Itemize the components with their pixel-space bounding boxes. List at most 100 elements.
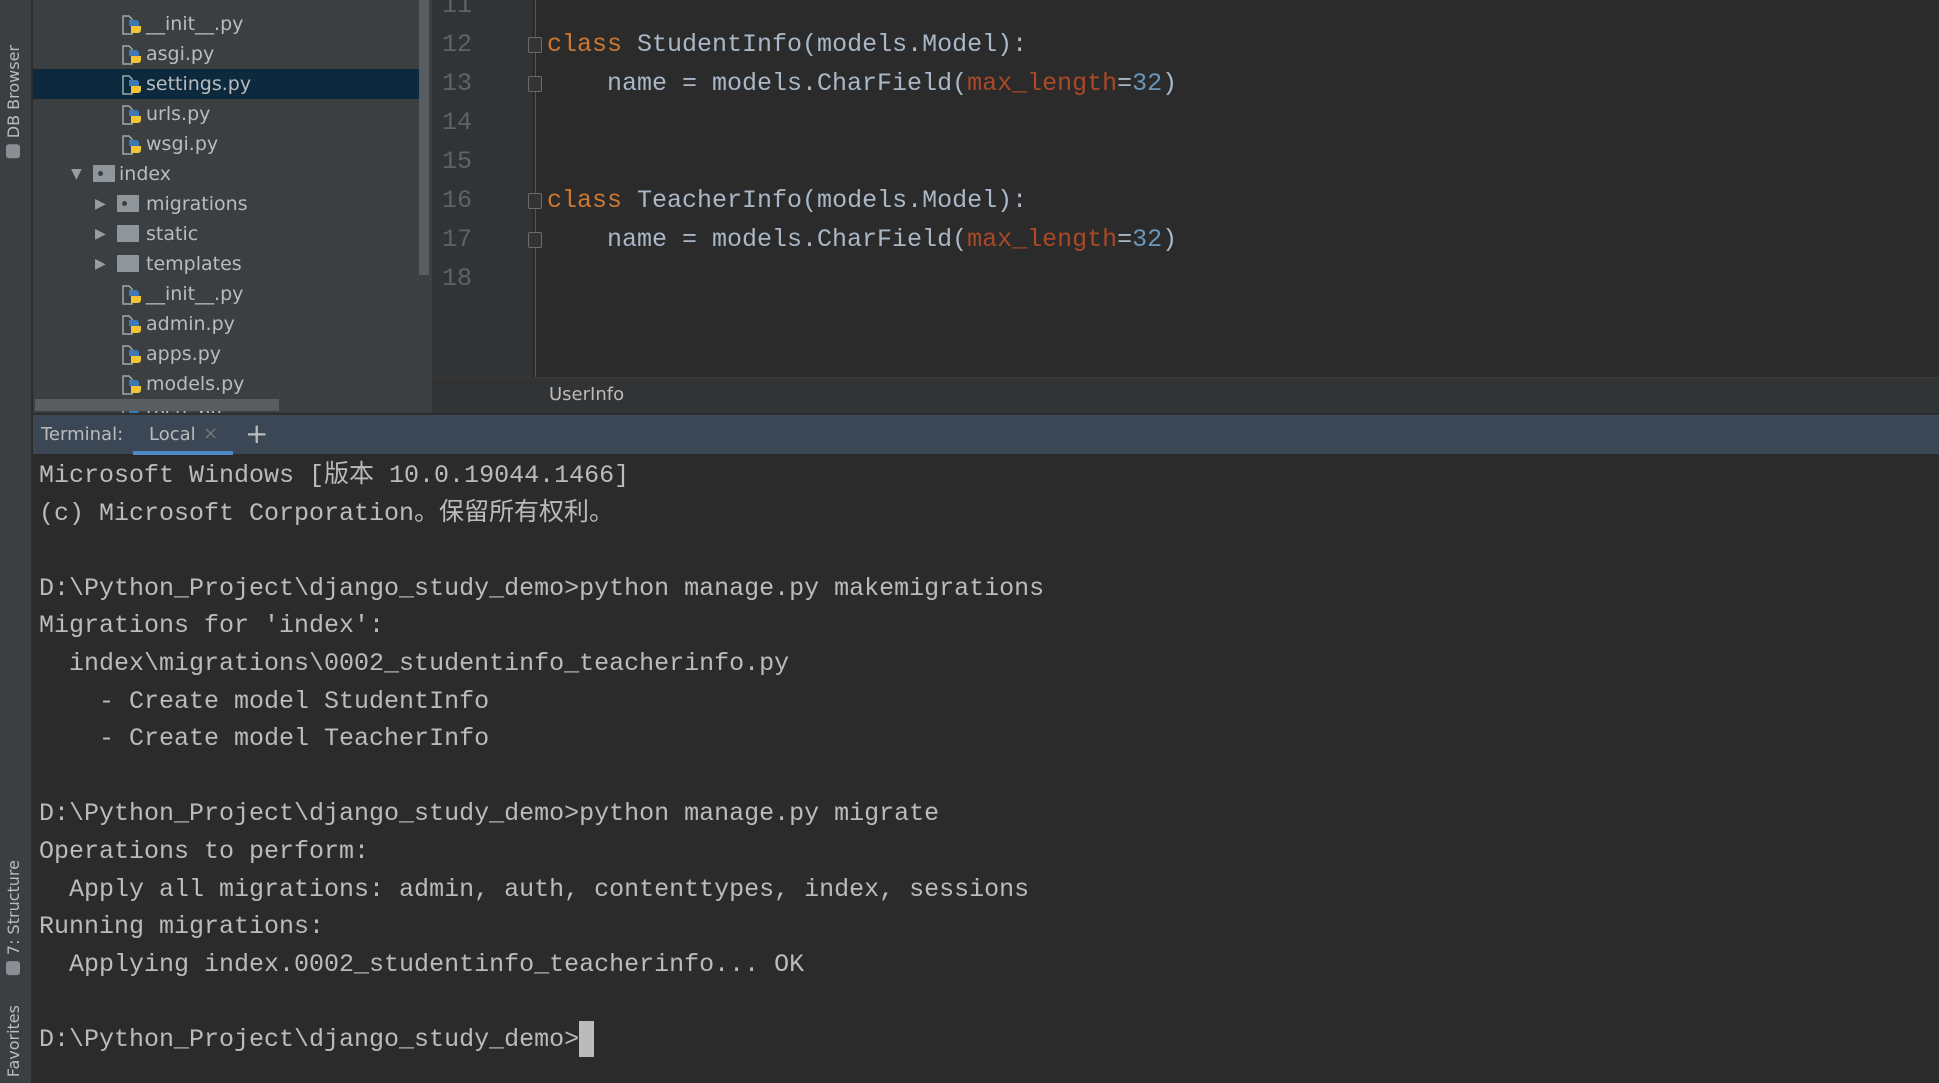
tab-local-label: Local (149, 424, 196, 445)
folder-icon (93, 165, 115, 182)
terminal-prompt: D:\Python_Project\django_study_demo> (39, 1024, 580, 1054)
tree-item-label: apps.py (146, 342, 222, 365)
code-line: class StudentInfo(models.Model): (547, 25, 1027, 64)
code-text: ) (1162, 69, 1178, 98)
tree-item[interactable]: urls.py (33, 99, 423, 129)
terminal-line: index\migrations\0002_studentinfo_teache… (39, 648, 790, 678)
tree-vertical-scrollbar[interactable] (419, 0, 429, 275)
add-tab-button[interactable]: + (245, 417, 268, 450)
structure-tab[interactable]: 7: Structure (4, 860, 23, 976)
chevron-right-icon[interactable]: ▶ (95, 196, 106, 212)
structure-label: 7: Structure (4, 860, 23, 956)
tree-item-label: migrations (146, 192, 248, 215)
favorites-label: Favorites (4, 1005, 23, 1078)
chevron-right-icon[interactable]: ▶ (95, 256, 106, 272)
structure-icon (6, 961, 21, 976)
tree-item[interactable]: ▶ migrations (33, 189, 423, 219)
python-file-icon (121, 42, 143, 66)
db-browser-icon (6, 144, 21, 159)
terminal-line: Operations to perform: (39, 836, 370, 866)
tree-item-label: templates (146, 252, 242, 275)
terminal-output[interactable]: Microsoft Windows [版本 10.0.19044.1466] (c… (33, 457, 1939, 1083)
code-text: ) (1162, 225, 1178, 254)
terminal-line: Applying index.0002_studentinfo_teacheri… (39, 949, 805, 979)
db-browser-tab[interactable]: DB Browser (4, 45, 23, 159)
fold-collapse-icon[interactable] (528, 37, 542, 53)
code-text: = (1117, 225, 1133, 254)
tree-item[interactable]: apps.py (33, 339, 423, 369)
line-number: 15 (442, 147, 473, 176)
parameter-name: max_length (967, 69, 1118, 98)
tree-item[interactable]: ▶ static (33, 219, 423, 249)
tree-item-label: __init__.py (146, 12, 244, 35)
line-number: 14 (442, 108, 473, 137)
tree-item-label: wsgi.py (146, 132, 219, 155)
code-text: StudentInfo(models.Model): (637, 30, 1028, 59)
code-text: name = models.CharField( (547, 69, 968, 98)
keyword: class (547, 30, 623, 59)
python-file-icon (121, 132, 143, 156)
number-literal: 32 (1132, 69, 1163, 98)
tree-item-label: models.py (146, 372, 245, 395)
terminal-line: - Create model StudentInfo (39, 686, 490, 716)
tree-item[interactable]: wsgi.py (33, 129, 423, 159)
code-text: = (1117, 69, 1133, 98)
terminal-line: Microsoft Windows [版本 10.0.19044.1466] (39, 461, 630, 490)
terminal-prompt-line[interactable]: D:\Python_Project\django_study_demo> (39, 1021, 1939, 1059)
tree-item[interactable]: __init__.py (33, 9, 423, 39)
tree-horizontal-scrollbar[interactable] (35, 399, 279, 411)
line-number: 17 (442, 225, 473, 254)
terminal-title: Terminal: (41, 424, 124, 445)
fold-end-icon[interactable] (528, 76, 542, 92)
keyword: class (547, 186, 623, 215)
folder-icon (117, 255, 139, 272)
gutter-divider (535, 0, 536, 377)
line-number: 11 (442, 0, 473, 20)
fold-collapse-icon[interactable] (528, 193, 542, 209)
favorites-tab[interactable]: Favorites (4, 1005, 23, 1077)
code-line: class TeacherInfo(models.Model): (547, 181, 1027, 220)
code-line: name = models.CharField(max_length=32) (547, 220, 1177, 259)
code-editor[interactable]: 11 12 class StudentInfo(models.Model): 13 n… (432, 0, 1939, 377)
python-file-icon (121, 12, 143, 36)
tree-item-label: settings.py (146, 72, 252, 95)
terminal-tab-bar: Terminal: Local × + (33, 414, 1939, 455)
python-file-icon (121, 312, 143, 336)
code-text: TeacherInfo(models.Model): (637, 186, 1028, 215)
tree-item-label: asgi.py (146, 42, 215, 65)
tree-item[interactable]: ▶ templates (33, 249, 423, 279)
terminal-line: D:\Python_Project\django_study_demo>pyth… (39, 573, 1045, 603)
chevron-right-icon[interactable]: ▶ (95, 226, 106, 242)
python-file-icon (121, 342, 143, 366)
tree-item[interactable]: ▼ index (33, 159, 423, 189)
terminal-line: - Create model TeacherInfo (39, 724, 490, 754)
close-icon[interactable]: × (203, 423, 218, 444)
tree-item[interactable]: admin.py (33, 309, 423, 339)
tree-item[interactable]: settings.py (33, 68, 423, 99)
tree-item[interactable]: __init__.py (33, 279, 423, 309)
breadcrumb-item[interactable]: UserInfo (549, 384, 624, 405)
tree-item-label: index (119, 162, 171, 185)
tree-item[interactable]: asgi.py (33, 39, 423, 69)
tab-local[interactable]: Local × (133, 415, 233, 455)
terminal-line: (c) Microsoft Corporation。保留所有权利。 (39, 498, 615, 528)
fold-end-icon[interactable] (528, 232, 542, 248)
line-number: 18 (442, 264, 473, 293)
line-number: 13 (442, 69, 473, 98)
code-line: name = models.CharField(max_length=32) (547, 64, 1177, 103)
folder-icon (117, 195, 139, 212)
text-cursor (579, 1021, 595, 1058)
terminal-line: D:\Python_Project\django_study_demo>pyth… (39, 799, 940, 829)
python-file-icon (121, 372, 143, 396)
tree-item-label: __init__.py (146, 282, 244, 305)
tree-item-label: static (146, 222, 199, 245)
tree-item-label: admin.py (146, 312, 235, 335)
tree-item-label: urls.py (146, 102, 211, 125)
breadcrumb-bar: UserInfo (432, 377, 1939, 413)
terminal-line: Running migrations: (39, 912, 325, 942)
tree-item[interactable]: models.py (33, 369, 423, 399)
chevron-down-icon[interactable]: ▼ (71, 166, 82, 182)
